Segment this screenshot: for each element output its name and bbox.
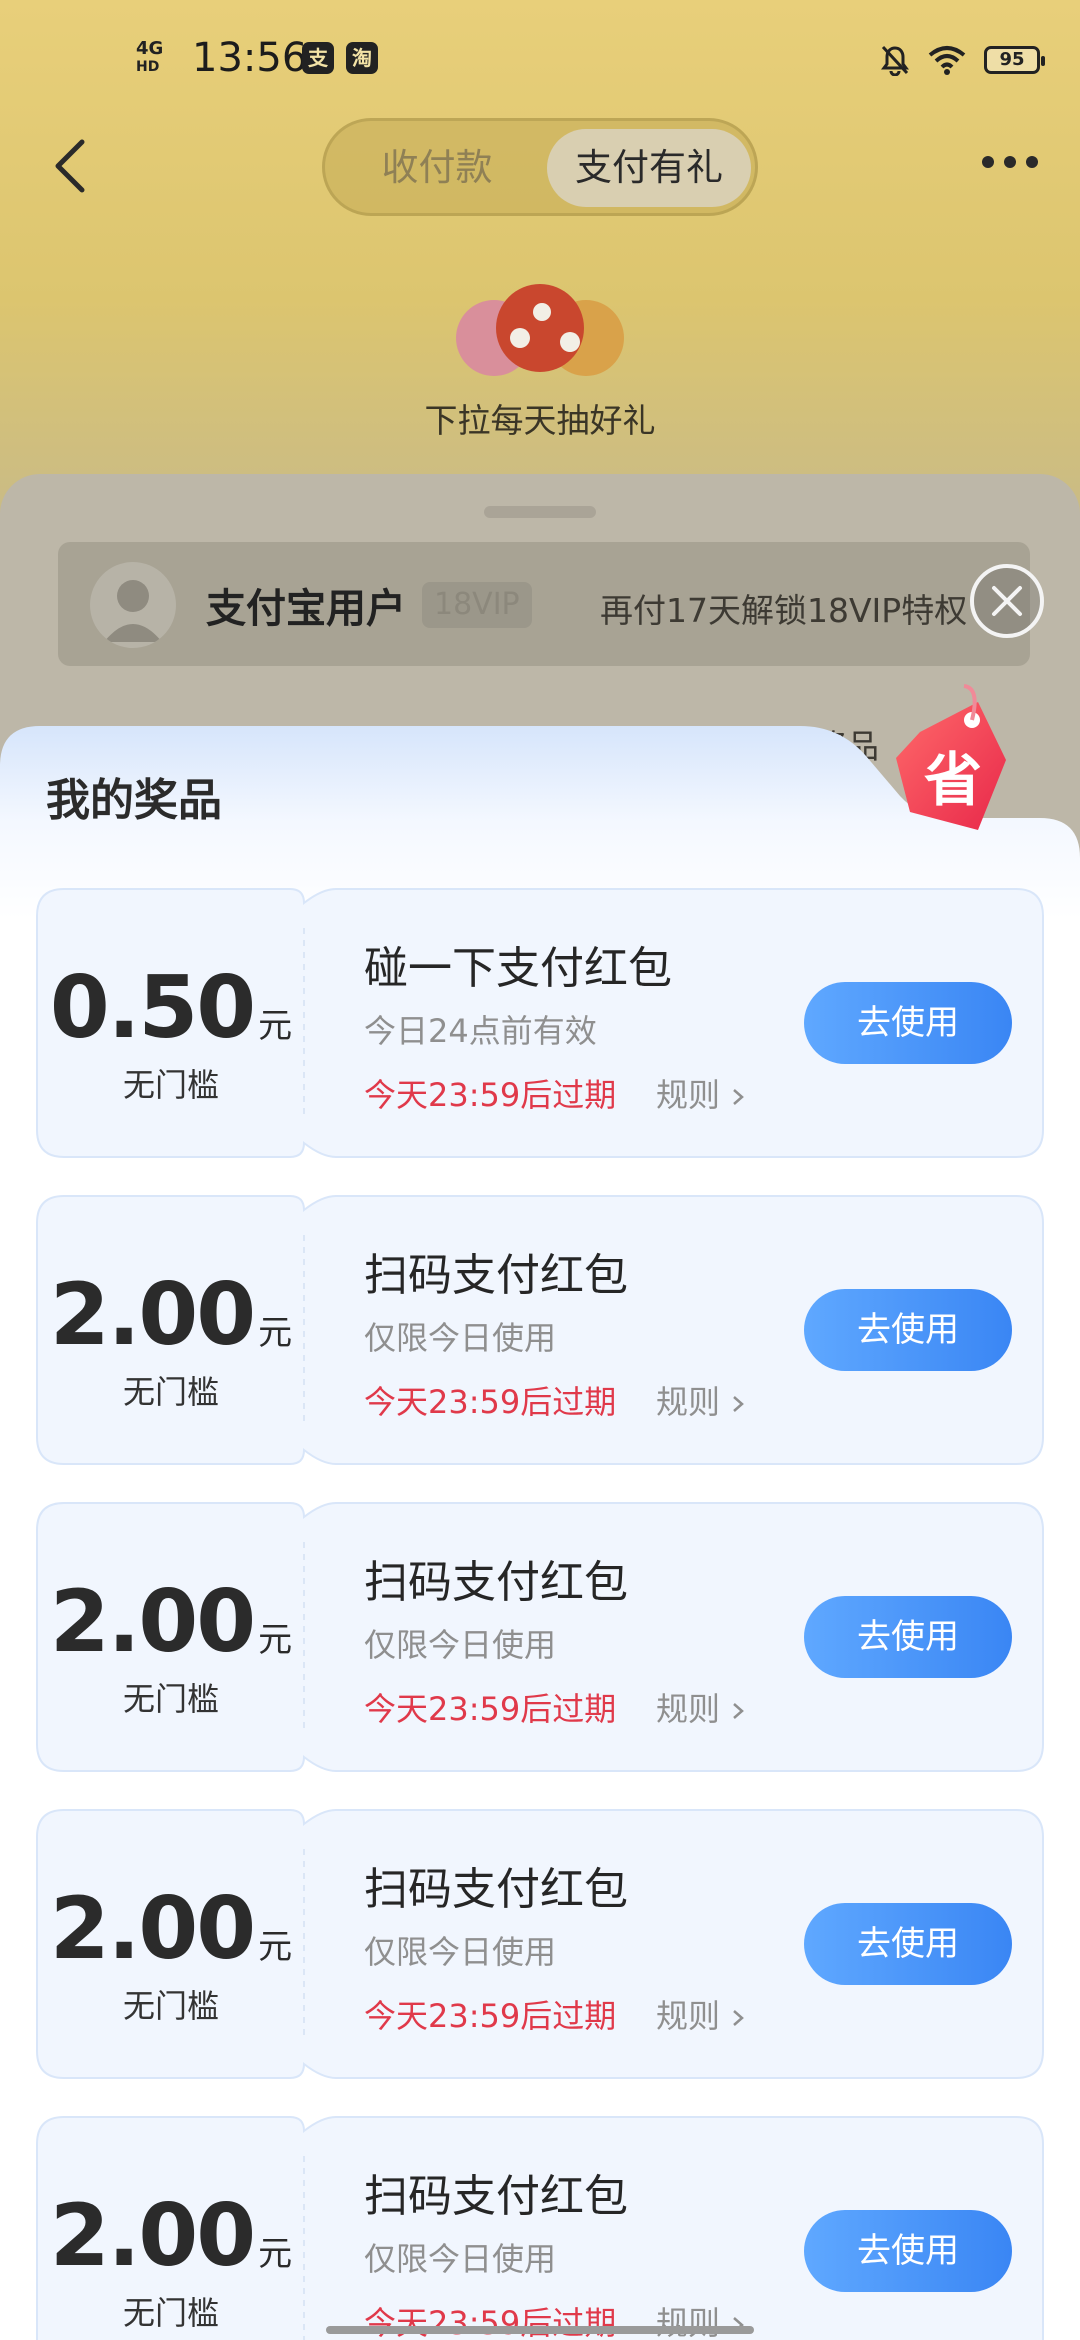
alipay-notification-icon: 支	[302, 42, 334, 74]
network-sub: HD	[136, 59, 160, 75]
coupon-card[interactable]: 2.00 元 无门槛 扫码支付红包 仅限今日使用 今天23:59后过期 规则 去使…	[36, 2116, 1044, 2340]
status-icons: 95	[880, 40, 1045, 80]
amount-unit: 元	[258, 2234, 293, 2274]
amount-unit: 元	[258, 1006, 293, 1046]
coupon-desc: 仅限今日使用	[364, 1626, 557, 1664]
use-button[interactable]: 去使用	[804, 1289, 1012, 1371]
amount-value: 2.00	[49, 1572, 256, 1672]
coupon-rule-link[interactable]: 规则	[656, 1377, 744, 1423]
coupon-desc: 仅限今日使用	[364, 1319, 557, 1357]
use-button[interactable]: 去使用	[804, 1596, 1012, 1678]
use-button[interactable]: 去使用	[804, 2210, 1012, 2292]
coupon-title: 扫码支付红包	[364, 2171, 628, 2222]
rule-label: 规则	[656, 1076, 721, 1114]
amount-value: 2.00	[49, 1265, 256, 1365]
amount-unit: 元	[258, 1927, 293, 1967]
rule-label: 规则	[656, 1997, 721, 2035]
coupon-threshold: 无门槛	[122, 2294, 219, 2332]
amount-value: 2.00	[49, 2186, 256, 2286]
close-icon[interactable]	[968, 562, 1046, 640]
amount-value: 2.00	[49, 1879, 256, 1979]
taobao-notification-icon: 淘	[346, 42, 378, 74]
wifi-icon	[928, 46, 966, 75]
amount-value: 0.50	[49, 958, 256, 1058]
amount-unit: 元	[258, 1313, 293, 1353]
coupon-title: 扫码支付红包	[364, 1864, 628, 1915]
tab-pay-rewards[interactable]: 支付有礼	[547, 129, 751, 207]
coupon-card[interactable]: 2.00 元 无门槛 扫码支付红包 仅限今日使用 今天23:59后过期 规则 去使…	[36, 1195, 1044, 1465]
coupon-threshold: 无门槛	[122, 1373, 219, 1411]
network-type: 4G	[136, 38, 164, 59]
coupon-card[interactable]: 0.50 元 无门槛 碰一下支付红包 今日24点前有效 今天23:59后过期 规则…	[36, 888, 1044, 1158]
battery-icon: 95	[984, 46, 1045, 74]
rule-label: 规则	[656, 1690, 721, 1728]
coupon-desc: 今日24点前有效	[364, 1012, 597, 1050]
status-bar: 4G HD 13:56 支 淘 95	[0, 0, 1080, 120]
lottery-balls-icon[interactable]	[450, 280, 630, 380]
network-indicator: 4G HD	[136, 40, 163, 76]
use-button[interactable]: 去使用	[804, 1903, 1012, 1985]
chevron-right-icon	[733, 1396, 744, 1412]
coupon-rule-link[interactable]: 规则	[656, 1070, 744, 1116]
top-segment-control: 收付款 支付有礼	[322, 118, 758, 216]
savings-tag-icon: 省	[896, 684, 1006, 830]
coupon-card[interactable]: 2.00 元 无门槛 扫码支付红包 仅限今日使用 今天23:59后过期 规则 去使…	[36, 1809, 1044, 2079]
coupon-expire: 今天23:59后过期	[364, 1690, 617, 1728]
coupon-threshold: 无门槛	[122, 1680, 219, 1718]
coupon-card[interactable]: 2.00 元 无门槛 扫码支付红包 仅限今日使用 今天23:59后过期 规则 去使…	[36, 1502, 1044, 1772]
coupon-expire: 今天23:59后过期	[364, 1997, 617, 2035]
coupon-amount: 0.50 元	[36, 958, 306, 1058]
rule-label: 规则	[656, 1383, 721, 1421]
vip-user-name: 支付宝用户	[206, 586, 406, 632]
status-time: 13:56	[192, 35, 308, 81]
coupon-rule-link[interactable]: 规则	[656, 1684, 744, 1730]
rule-label: 规则	[656, 2304, 721, 2340]
avatar	[90, 562, 176, 648]
coupon-expire: 今天23:59后过期	[364, 1076, 617, 1114]
coupon-title: 碰一下支付红包	[364, 943, 672, 994]
home-indicator[interactable]	[326, 2326, 754, 2334]
chevron-right-icon	[733, 2010, 744, 2026]
back-arrow-icon[interactable]	[50, 138, 94, 194]
coupon-threshold: 无门槛	[122, 1066, 219, 1104]
coupon-title: 扫码支付红包	[364, 1557, 628, 1608]
vip-progress-note: 再付17天解锁18VIP特权	[600, 591, 968, 630]
prizes-title: 我的奖品	[46, 775, 222, 826]
mute-bell-icon	[881, 45, 909, 76]
coupon-amount: 2.00 元	[36, 1572, 306, 1672]
amount-unit: 元	[258, 1620, 293, 1660]
coupon-title: 扫码支付红包	[364, 1250, 628, 1301]
use-button[interactable]: 去使用	[804, 982, 1012, 1064]
coupon-rule-link[interactable]: 规则	[656, 1991, 744, 2037]
coupon-expire: 今天23:59后过期	[364, 1383, 617, 1421]
tag-text: 省	[924, 746, 982, 814]
chevron-right-icon	[733, 1703, 744, 1719]
more-dots-icon[interactable]	[980, 150, 1040, 174]
chevron-right-icon	[733, 1089, 744, 1105]
coupon-desc: 仅限今日使用	[364, 1933, 557, 1971]
coupon-desc: 仅限今日使用	[364, 2240, 557, 2278]
coupon-amount: 2.00 元	[36, 2186, 306, 2286]
vip-level-badge: 18VIP	[422, 582, 532, 628]
drag-handle[interactable]	[484, 506, 596, 518]
coupon-threshold: 无门槛	[122, 1987, 219, 2025]
user-avatar-icon	[104, 580, 162, 642]
pull-down-text: 下拉每天抽好礼	[424, 401, 656, 440]
tab-collect-pay[interactable]: 收付款	[337, 129, 537, 207]
coupon-amount: 2.00 元	[36, 1265, 306, 1365]
coupon-amount: 2.00 元	[36, 1879, 306, 1979]
